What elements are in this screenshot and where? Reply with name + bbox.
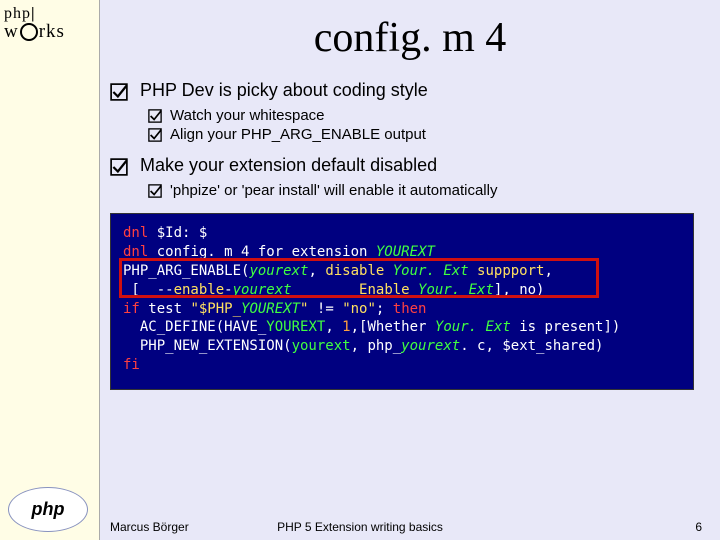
bullet-item: 'phpize' or 'pear install' will enable i… — [148, 182, 702, 199]
gear-icon — [20, 23, 38, 41]
php-elephant-logo: php — [8, 487, 88, 532]
code-block: dnl $Id: $ dnl config. m 4 for extension… — [110, 213, 694, 390]
footer: Marcus Börger PHP 5 Extension writing ba… — [100, 514, 720, 540]
slide-title: config. m 4 — [100, 0, 720, 80]
bullet-item: PHP Dev is picky about coding style — [110, 80, 702, 101]
bullet-text: Make your extension default disabled — [140, 155, 437, 176]
slide: php| w rks php config. m 4 PHP Dev is pi… — [0, 0, 720, 540]
checkbox-icon — [110, 158, 128, 176]
bullet-item: Align your PHP_ARG_ENABLE output — [148, 126, 702, 143]
checkbox-icon — [148, 184, 162, 198]
logo-rks: rks — [39, 22, 65, 41]
logo-w: w — [4, 22, 19, 41]
bullet-item: Watch your whitespace — [148, 107, 702, 124]
checkbox-icon — [148, 128, 162, 142]
footer-author: Marcus Börger — [110, 520, 189, 534]
phpworks-logo: php| w rks — [0, 0, 99, 47]
page-number: 6 — [695, 520, 702, 534]
bullet-text: 'phpize' or 'pear install' will enable i… — [170, 182, 497, 199]
content: PHP Dev is picky about coding style Watc… — [100, 80, 720, 514]
php-logo-container: php — [0, 479, 99, 540]
logo-php-text: php — [4, 5, 31, 22]
logo-bar: | — [31, 5, 35, 22]
sidebar: php| w rks php — [0, 0, 100, 540]
bullet-text: Align your PHP_ARG_ENABLE output — [170, 126, 426, 143]
bullet-text: PHP Dev is picky about coding style — [140, 80, 428, 101]
checkbox-icon — [148, 109, 162, 123]
bullet-item: Make your extension default disabled — [110, 155, 702, 176]
bullet-text: Watch your whitespace — [170, 107, 325, 124]
checkbox-icon — [110, 83, 128, 101]
footer-title: PHP 5 Extension writing basics — [277, 520, 443, 534]
main-area: config. m 4 PHP Dev is picky about codin… — [100, 0, 720, 540]
